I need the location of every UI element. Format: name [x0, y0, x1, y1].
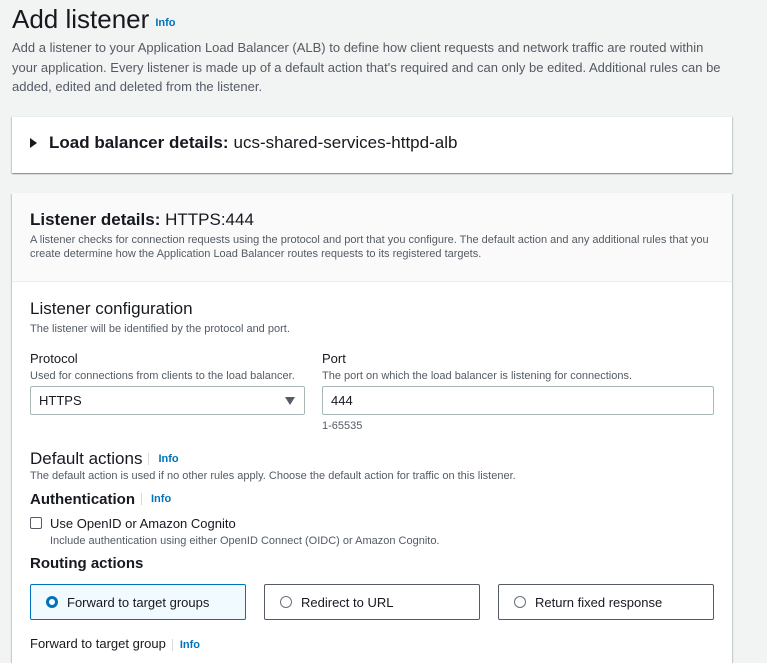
- authentication-title-text: Authentication: [30, 491, 135, 508]
- routing-option-redirect[interactable]: Redirect to URL: [264, 584, 480, 620]
- routing-option-forward[interactable]: Forward to target groups: [30, 584, 246, 620]
- port-range-hint: 1-65535: [322, 420, 363, 432]
- page-info-link[interactable]: Info: [155, 17, 175, 29]
- port-input[interactable]: [322, 386, 714, 415]
- authentication-info-link[interactable]: Info: [141, 493, 172, 505]
- protocol-select-value: HTTPS: [39, 393, 82, 408]
- forward-target-group-label-text: Forward to target group: [30, 636, 166, 651]
- radio-unselected-icon: [280, 596, 292, 608]
- load-balancer-details-panel: Load balancer details: ucs-shared-servic…: [12, 116, 732, 173]
- routing-option-redirect-label: Redirect to URL: [301, 594, 394, 610]
- default-actions-description: The default action is used if no other r…: [30, 470, 516, 482]
- lb-details-value: ucs-shared-services-httpd-alb: [233, 133, 458, 152]
- listener-details-description: A listener checks for connection request…: [30, 234, 709, 260]
- radio-unselected-icon: [514, 596, 526, 608]
- radio-selected-icon: [46, 596, 58, 608]
- lb-details-label: Load balancer details:: [49, 133, 229, 152]
- routing-actions-title: Routing actions: [30, 555, 144, 572]
- routing-option-fixed-response[interactable]: Return fixed response: [498, 584, 714, 620]
- listener-details-label: Listener details:: [30, 210, 161, 229]
- authentication-title: Authentication Info: [30, 491, 172, 508]
- caret-right-icon: [30, 138, 37, 148]
- openid-cognito-description: Include authentication using either Open…: [50, 535, 440, 547]
- forward-target-group-label: Forward to target group Info: [30, 636, 201, 651]
- listener-configuration-description: The listener will be identified by the p…: [30, 323, 290, 335]
- listener-details-title: Listener details: HTTPS:444: [30, 210, 254, 230]
- page-intro: Add a listener to your Application Load …: [12, 40, 721, 94]
- listener-details-value: HTTPS:444: [165, 210, 254, 229]
- port-description: The port on which the load balancer is l…: [322, 370, 633, 382]
- page-title-text: Add listener: [12, 4, 150, 34]
- protocol-select[interactable]: HTTPS: [30, 386, 305, 415]
- default-actions-title: Default actions Info: [30, 449, 179, 469]
- listener-details-panel: Listener details: HTTPS:444 A listener c…: [12, 193, 732, 663]
- default-actions-title-text: Default actions: [30, 449, 143, 468]
- protocol-label: Protocol: [30, 351, 78, 366]
- caret-down-icon: [285, 397, 295, 405]
- load-balancer-details-toggle[interactable]: Load balancer details: ucs-shared-servic…: [30, 133, 457, 153]
- default-actions-info-link[interactable]: Info: [148, 453, 179, 465]
- protocol-description: Used for connections from clients to the…: [30, 370, 295, 382]
- page-title: Add listener Info: [12, 4, 175, 35]
- listener-configuration-title: Listener configuration: [30, 299, 193, 318]
- port-label: Port: [322, 351, 346, 366]
- routing-option-fixed-response-label: Return fixed response: [535, 594, 663, 610]
- forward-info-link[interactable]: Info: [171, 639, 201, 651]
- routing-option-forward-label: Forward to target groups: [67, 594, 210, 610]
- openid-cognito-label[interactable]: Use OpenID or Amazon Cognito: [50, 516, 236, 531]
- openid-cognito-checkbox[interactable]: [30, 517, 42, 529]
- listener-details-header: Listener details: HTTPS:444 A listener c…: [12, 193, 732, 282]
